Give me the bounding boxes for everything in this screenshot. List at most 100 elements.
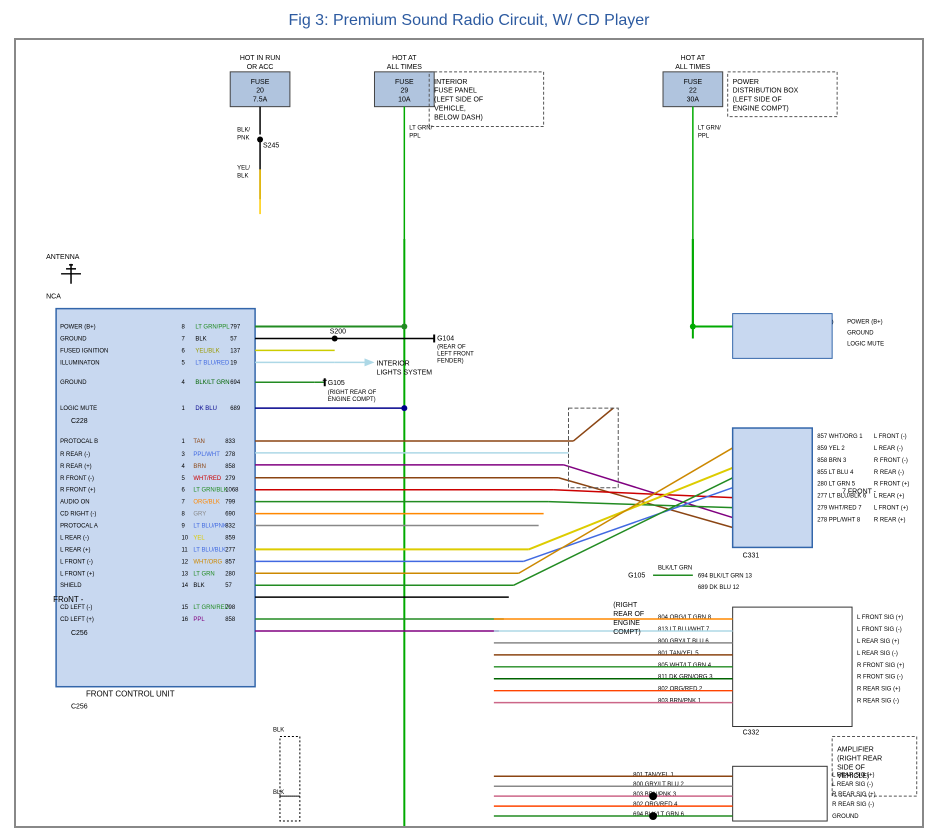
svg-text:CD LEFT (+): CD LEFT (+)	[60, 617, 94, 623]
svg-text:833: 833	[225, 439, 236, 445]
svg-text:L FRONT (+): L FRONT (+)	[874, 506, 908, 512]
svg-text:YEL/BLK: YEL/BLK	[195, 348, 219, 354]
svg-text:YEL/: YEL/	[237, 165, 250, 171]
svg-text:137: 137	[230, 348, 241, 354]
svg-text:AUDIO ON: AUDIO ON	[60, 500, 89, 506]
svg-text:19: 19	[230, 360, 237, 366]
svg-text:ALL TIMES: ALL TIMES	[387, 64, 423, 71]
svg-text:(RIGHT: (RIGHT	[613, 602, 638, 609]
svg-text:ENGINE COMPT): ENGINE COMPT)	[328, 397, 376, 403]
svg-text:694: 694	[230, 380, 241, 386]
svg-text:G105: G105	[328, 380, 345, 387]
svg-text:PPL/WHT: PPL/WHT	[193, 452, 220, 458]
svg-text:G104: G104	[437, 335, 454, 342]
svg-text:S245: S245	[263, 142, 279, 149]
svg-text:L REAR (-): L REAR (-)	[60, 535, 89, 541]
svg-text:R FRONT (-): R FRONT (-)	[60, 476, 94, 482]
svg-text:INTERIOR: INTERIOR	[376, 360, 409, 367]
svg-text:S200: S200	[330, 329, 346, 336]
svg-text:SIDE OF: SIDE OF	[837, 764, 865, 771]
svg-text:12: 12	[181, 559, 188, 565]
svg-text:799: 799	[225, 500, 236, 506]
svg-text:LEFT FRONT: LEFT FRONT	[437, 351, 474, 357]
svg-text:797: 797	[230, 325, 241, 331]
svg-text:C256: C256	[71, 704, 88, 711]
svg-text:C332: C332	[743, 729, 760, 736]
svg-text:813 LT BLU/WHT 7: 813 LT BLU/WHT 7	[658, 627, 710, 633]
svg-text:BLK/LT GRN: BLK/LT GRN	[658, 565, 692, 571]
svg-text:20: 20	[256, 88, 264, 95]
svg-text:279: 279	[225, 476, 236, 482]
svg-text:BELOW DASH): BELOW DASH)	[434, 115, 483, 122]
svg-text:LT BLU/BLK: LT BLU/BLK	[193, 547, 226, 553]
svg-text:801 TAN/YEL 5: 801 TAN/YEL 5	[658, 651, 699, 657]
svg-text:L REAR (+): L REAR (+)	[874, 494, 904, 500]
svg-text:TAN: TAN	[193, 439, 204, 445]
svg-text:LT BLU/RED: LT BLU/RED	[195, 360, 230, 366]
svg-text:GRY: GRY	[193, 512, 206, 518]
svg-text:798: 798	[225, 605, 236, 611]
svg-text:CD RIGHT (-): CD RIGHT (-)	[60, 512, 96, 518]
svg-text:804 ORG/LT GRN 8: 804 ORG/LT GRN 8	[658, 615, 712, 621]
svg-text:WHT/RED: WHT/RED	[193, 476, 221, 482]
svg-text:278 PPL/WHT 8: 278 PPL/WHT 8	[817, 518, 861, 524]
svg-text:16: 16	[181, 617, 188, 623]
svg-text:FUSE: FUSE	[251, 79, 270, 86]
svg-text:832: 832	[225, 524, 236, 530]
svg-text:LOGIC MUTE: LOGIC MUTE	[60, 406, 97, 412]
svg-text:689 DK BLU 12: 689 DK BLU 12	[698, 585, 740, 591]
svg-text:PPL: PPL	[409, 134, 421, 140]
svg-text:LT BLU/PNK: LT BLU/PNK	[193, 524, 227, 530]
svg-text:POWER (B+): POWER (B+)	[847, 320, 883, 326]
svg-text:FUSED IGNITION: FUSED IGNITION	[60, 348, 108, 354]
svg-text:11: 11	[181, 547, 188, 553]
svg-text:FRoNT -: FRoNT -	[53, 595, 84, 604]
svg-text:280: 280	[225, 571, 236, 577]
svg-text:R REAR (+): R REAR (+)	[874, 518, 906, 524]
svg-text:FRONT CONTROL UNIT: FRONT CONTROL UNIT	[86, 690, 175, 699]
svg-text:801 TAN/YEL 1: 801 TAN/YEL 1	[633, 772, 674, 778]
svg-text:L REAR SIG (+): L REAR SIG (+)	[832, 772, 874, 778]
svg-text:GROUND: GROUND	[832, 814, 859, 820]
svg-text:10A: 10A	[398, 97, 411, 104]
svg-text:694 BLK/LT GRN 13: 694 BLK/LT GRN 13	[698, 573, 753, 579]
svg-text:FENDER): FENDER)	[437, 358, 463, 364]
svg-text:L FRONT (+): L FRONT (+)	[60, 571, 94, 577]
svg-text:R FRONT SIG (-): R FRONT SIG (-)	[857, 675, 903, 681]
svg-text:279 WHT/RED 7: 279 WHT/RED 7	[817, 506, 862, 512]
svg-text:HOT IN RUN: HOT IN RUN	[240, 55, 280, 62]
svg-text:BLK: BLK	[193, 583, 204, 589]
svg-text:HOT AT: HOT AT	[392, 55, 417, 62]
svg-text:R REAR SIG (+): R REAR SIG (+)	[857, 687, 901, 693]
svg-text:R REAR (+): R REAR (+)	[60, 464, 92, 470]
svg-text:PPL: PPL	[698, 134, 710, 140]
svg-text:30A: 30A	[687, 97, 700, 104]
svg-text:(LEFT SIDE OF: (LEFT SIDE OF	[733, 97, 782, 104]
svg-text:859: 859	[225, 535, 236, 541]
svg-text:803 BRN/PNK 1: 803 BRN/PNK 1	[658, 699, 702, 705]
svg-text:PROTOCAL B: PROTOCAL B	[60, 439, 98, 445]
svg-text:857: 857	[225, 559, 236, 565]
svg-text:ANTENNA: ANTENNA	[46, 254, 80, 261]
svg-text:INTERIOR: INTERIOR	[434, 79, 467, 86]
svg-text:LOGIC MUTE: LOGIC MUTE	[847, 341, 884, 347]
svg-text:858 BRN 3: 858 BRN 3	[817, 458, 847, 464]
svg-text:800 GRY/LT BLU 6: 800 GRY/LT BLU 6	[658, 639, 709, 645]
svg-text:LT GRN/BLK: LT GRN/BLK	[193, 488, 227, 494]
svg-text:PNK: PNK	[237, 135, 249, 141]
svg-text:L FRONT (-): L FRONT (-)	[60, 559, 93, 565]
svg-text:DK BLU: DK BLU	[195, 406, 217, 412]
svg-text:R FRONT (-): R FRONT (-)	[874, 458, 908, 464]
svg-text:280 LT GRN 5: 280 LT GRN 5	[817, 482, 856, 488]
svg-text:LT GRN: LT GRN	[193, 571, 214, 577]
svg-text:857 WHT/ORG 1: 857 WHT/ORG 1	[817, 434, 863, 440]
svg-text:C228: C228	[71, 418, 88, 425]
svg-text:L FRONT SIG (+): L FRONT SIG (+)	[857, 615, 903, 621]
svg-text:811 DK GRN/ORG 3: 811 DK GRN/ORG 3	[658, 675, 713, 681]
svg-text:ENGINE: ENGINE	[613, 620, 640, 627]
svg-text:15: 15	[181, 605, 188, 611]
diagram-container: HOT IN RUN OR ACC FUSE 20 7.5A HOT AT AL…	[14, 38, 924, 828]
svg-text:BLK: BLK	[273, 790, 284, 796]
page-title: Fig 3: Premium Sound Radio Circuit, W/ C…	[0, 0, 938, 38]
svg-text:690: 690	[225, 512, 236, 518]
